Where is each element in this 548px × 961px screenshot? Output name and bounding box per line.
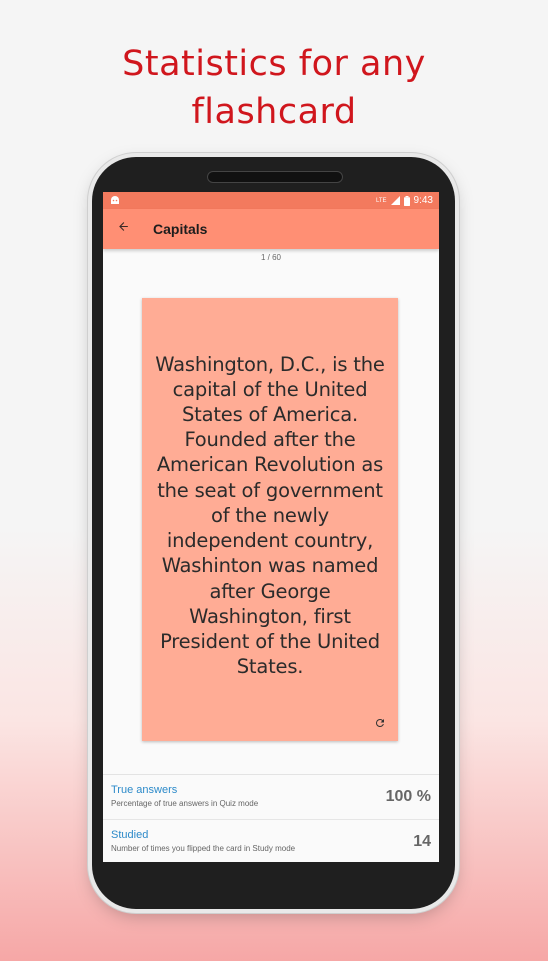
stat-row-true-answers: True answers Percentage of true answers …	[103, 775, 439, 819]
flashcard[interactable]: Washington, D.C., is the capital of the …	[142, 298, 398, 741]
page-title: Capitals	[153, 221, 208, 237]
stat-row-studied: Studied Number of times you flipped the …	[103, 819, 439, 862]
headline: Statistics for any flashcard	[0, 40, 548, 136]
power-button	[455, 337, 459, 385]
status-bar: LTE 9:43	[103, 192, 439, 209]
headline-line-2: flashcard	[191, 92, 357, 132]
card-statistics: True answers Percentage of true answers …	[103, 774, 439, 862]
app-bar: Capitals	[103, 209, 439, 249]
network-type: LTE	[375, 197, 387, 204]
stat-description: Number of times you flipped the card in …	[111, 843, 296, 853]
arrow-back-icon	[117, 220, 130, 238]
stat-description: Percentage of true answers in Quiz mode	[111, 799, 259, 808]
phone-frame: LTE 9:43 Capitals 1 / 60 Washington, D.C…	[92, 157, 455, 909]
signal-icon	[390, 196, 400, 205]
navigation-bar	[103, 862, 439, 884]
card-counter: 1 / 60	[260, 253, 281, 262]
status-time: 9:43	[413, 195, 433, 206]
stat-label: Studied	[111, 828, 149, 841]
battery-icon	[403, 195, 410, 206]
volume-button	[455, 440, 459, 540]
back-button[interactable]	[103, 209, 143, 249]
refresh-icon	[374, 716, 386, 734]
stat-label: True answers	[111, 784, 178, 796]
stat-value: 100 %	[385, 788, 431, 805]
stat-value: 14	[413, 832, 431, 850]
flip-card-button[interactable]	[372, 717, 388, 733]
flashcard-text: Washington, D.C., is the capital of the …	[155, 352, 385, 679]
earpiece-speaker	[207, 171, 343, 183]
android-debug-icon	[110, 196, 120, 205]
phone-screen: LTE 9:43 Capitals 1 / 60 Washington, D.C…	[103, 192, 439, 862]
headline-line-1: Statistics for any	[122, 44, 426, 84]
